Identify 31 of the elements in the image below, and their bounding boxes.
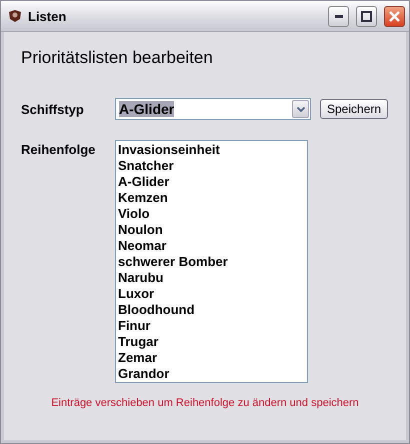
list-item[interactable]: Grandor [118, 366, 305, 382]
list-item[interactable]: Violo [118, 206, 305, 222]
list-item[interactable]: Kemzen [118, 190, 305, 206]
close-icon [389, 10, 400, 22]
save-button[interactable]: Speichern [320, 99, 388, 119]
field-label: Schiffstyp [21, 102, 85, 116]
list-item[interactable]: Zemar [118, 350, 305, 366]
maximize-icon [361, 10, 372, 22]
list-item[interactable]: Invasionseinheit [118, 142, 305, 158]
list-item[interactable]: Bloodhound [118, 302, 305, 318]
app-icon [7, 9, 23, 23]
field-label: Reihenfolge [21, 142, 96, 157]
list-item[interactable]: Trugar [118, 334, 305, 350]
list-item[interactable]: Neomar [118, 238, 305, 254]
chevron-down-icon [296, 106, 304, 112]
list-item[interactable]: A-Glider [118, 174, 305, 190]
close-button[interactable] [384, 6, 405, 26]
ship-type-dropdown[interactable]: A-Glider [115, 98, 311, 120]
list-item[interactable]: Snatcher [118, 158, 305, 174]
list-item[interactable]: Finur [118, 318, 305, 334]
order-list[interactable]: Invasionseinheit Snatcher A-Glider Kemzen Violo Noulon Neomar schwerer Bomber Narubu Luxor Bloodhound Finur Trugar Zemar Grandor [115, 140, 308, 383]
minimize-icon [334, 14, 342, 18]
list-item[interactable]: schwerer Bomber [118, 254, 305, 270]
maximize-button[interactable] [356, 6, 377, 26]
list-item[interactable]: Luxor [118, 286, 305, 302]
minimize-button[interactable] [328, 6, 349, 26]
dialog-heading: Prioritätslisten bearbeiten [21, 48, 214, 68]
hint-text: Einträge verschieben um Reihenfolge zu ändern und speichern [50, 397, 360, 409]
list-item[interactable]: Noulon [118, 222, 305, 238]
list-item[interactable]: Narubu [118, 270, 305, 286]
window-title: Listen [28, 8, 68, 24]
